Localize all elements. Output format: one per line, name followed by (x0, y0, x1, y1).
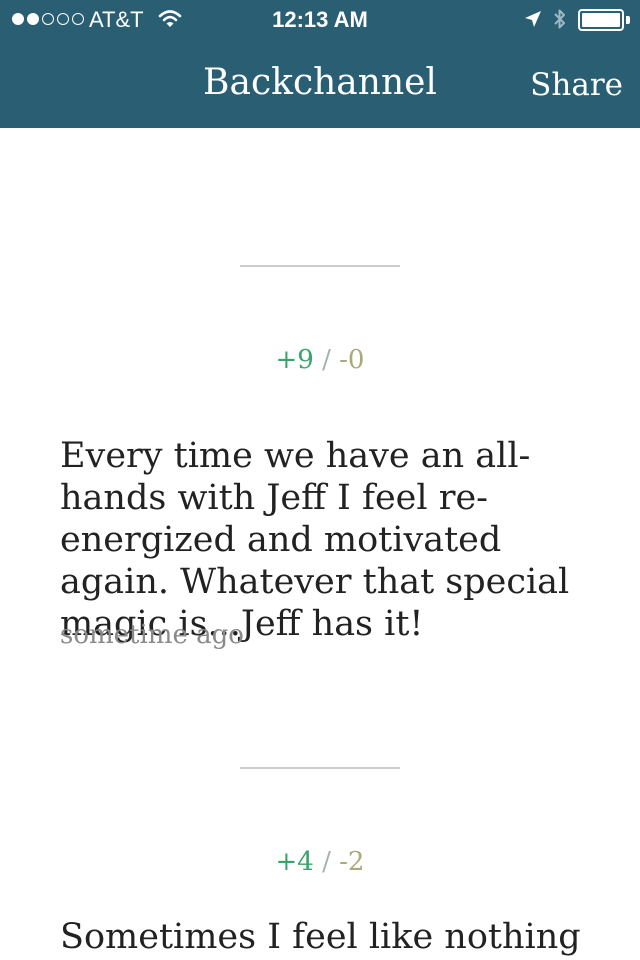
upvote-count[interactable]: +9 (276, 345, 314, 375)
location-arrow-icon (525, 11, 541, 27)
vote-count: +9 / -0 (0, 343, 640, 377)
status-bar: AT&T 12:13 AM (0, 0, 640, 40)
post-divider (240, 265, 400, 267)
share-button[interactable]: Share (530, 64, 623, 106)
battery-icon (578, 9, 624, 31)
vote-separator: / (322, 345, 331, 375)
post-text[interactable]: Every time we have an all-hands with Jef… (60, 435, 600, 645)
bluetooth-icon (554, 9, 565, 29)
post-timestamp: sometime ago (60, 620, 244, 650)
post-divider (240, 767, 400, 769)
post-text[interactable]: Sometimes I feel like nothing (60, 916, 600, 958)
downvote-count[interactable]: -0 (339, 345, 364, 375)
battery-tip (626, 16, 630, 24)
feed[interactable]: +9 / -0 Every time we have an all-hands … (0, 128, 640, 960)
top-bar: AT&T 12:13 AM Backchannel Share (0, 0, 640, 128)
vote-count: +4 / -2 (0, 845, 640, 879)
upvote-count[interactable]: +4 (276, 847, 314, 877)
clock: 12:13 AM (272, 7, 368, 32)
downvote-count[interactable]: -2 (339, 847, 364, 877)
vote-separator: / (322, 847, 331, 877)
